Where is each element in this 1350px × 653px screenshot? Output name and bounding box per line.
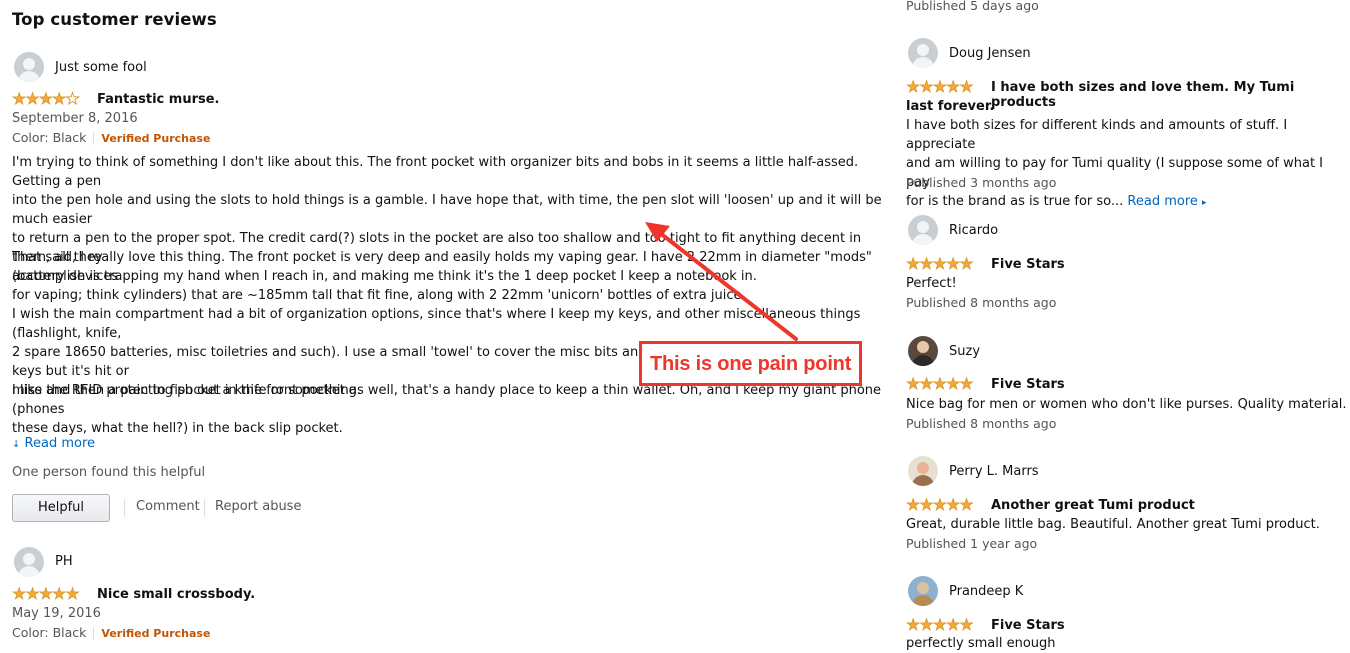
- review-author[interactable]: Doug Jensen: [949, 46, 1031, 61]
- review-text: Nice bag for men or women who don't like…: [906, 397, 1347, 412]
- review-text: I have both sizes for different kinds an…: [906, 116, 1350, 213]
- review-line: for is the brand as is true for so... Re…: [906, 192, 1350, 213]
- star-rating-5-icon: ★★★★★: [906, 374, 974, 393]
- avatar[interactable]: [908, 336, 938, 366]
- avatar[interactable]: [908, 38, 938, 68]
- review-title[interactable]: I have both sizes and love them. My Tumi…: [991, 80, 1350, 110]
- chevron-right-icon: ▸: [1202, 198, 1207, 208]
- review-published: Published 3 months ago: [906, 175, 1057, 190]
- review-title[interactable]: Another great Tumi product: [991, 498, 1195, 513]
- review-published: Published 8 months ago: [906, 295, 1057, 310]
- review-published: Published 5 days ago: [906, 0, 1039, 13]
- review-author[interactable]: Suzy: [949, 344, 980, 359]
- review-author[interactable]: Ricardo: [949, 223, 998, 238]
- review-author[interactable]: Prandeep K: [949, 584, 1023, 599]
- star-rating-5-icon: ★★★★★: [906, 615, 974, 634]
- avatar[interactable]: [908, 456, 938, 486]
- review-text: perfectly small enough: [906, 636, 1056, 651]
- review-title[interactable]: Five Stars: [991, 377, 1065, 392]
- review-text: Great, durable little bag. Beautiful. An…: [906, 517, 1320, 532]
- annotation-callout: This is one pain point: [639, 341, 862, 386]
- avatar[interactable]: [908, 576, 938, 606]
- review-rating[interactable]: ★★★★★: [906, 495, 974, 514]
- review-line-text: for is the brand as is true for so...: [906, 194, 1124, 209]
- review-title[interactable]: Five Stars: [991, 257, 1065, 272]
- review-author[interactable]: Perry L. Marrs: [949, 464, 1039, 479]
- review-text: Perfect!: [906, 276, 957, 291]
- read-more-link[interactable]: Read more: [1127, 194, 1197, 209]
- star-rating-5-icon: ★★★★★: [906, 254, 974, 273]
- review-title[interactable]: Five Stars: [991, 618, 1065, 633]
- review-published: Published 8 months ago: [906, 416, 1057, 431]
- avatar[interactable]: [908, 215, 938, 245]
- review-rating[interactable]: ★★★★★: [906, 615, 974, 634]
- review-title[interactable]: last forever.: [906, 99, 994, 114]
- star-rating-5-icon: ★★★★★: [906, 77, 974, 96]
- review-rating[interactable]: ★★★★★: [906, 254, 974, 273]
- review-rating[interactable]: ★★★★★: [906, 77, 974, 96]
- star-rating-5-icon: ★★★★★: [906, 495, 974, 514]
- review-published: Published 1 year ago: [906, 536, 1038, 551]
- review-rating[interactable]: ★★★★★: [906, 374, 974, 393]
- review-line: I have both sizes for different kinds an…: [906, 118, 1288, 152]
